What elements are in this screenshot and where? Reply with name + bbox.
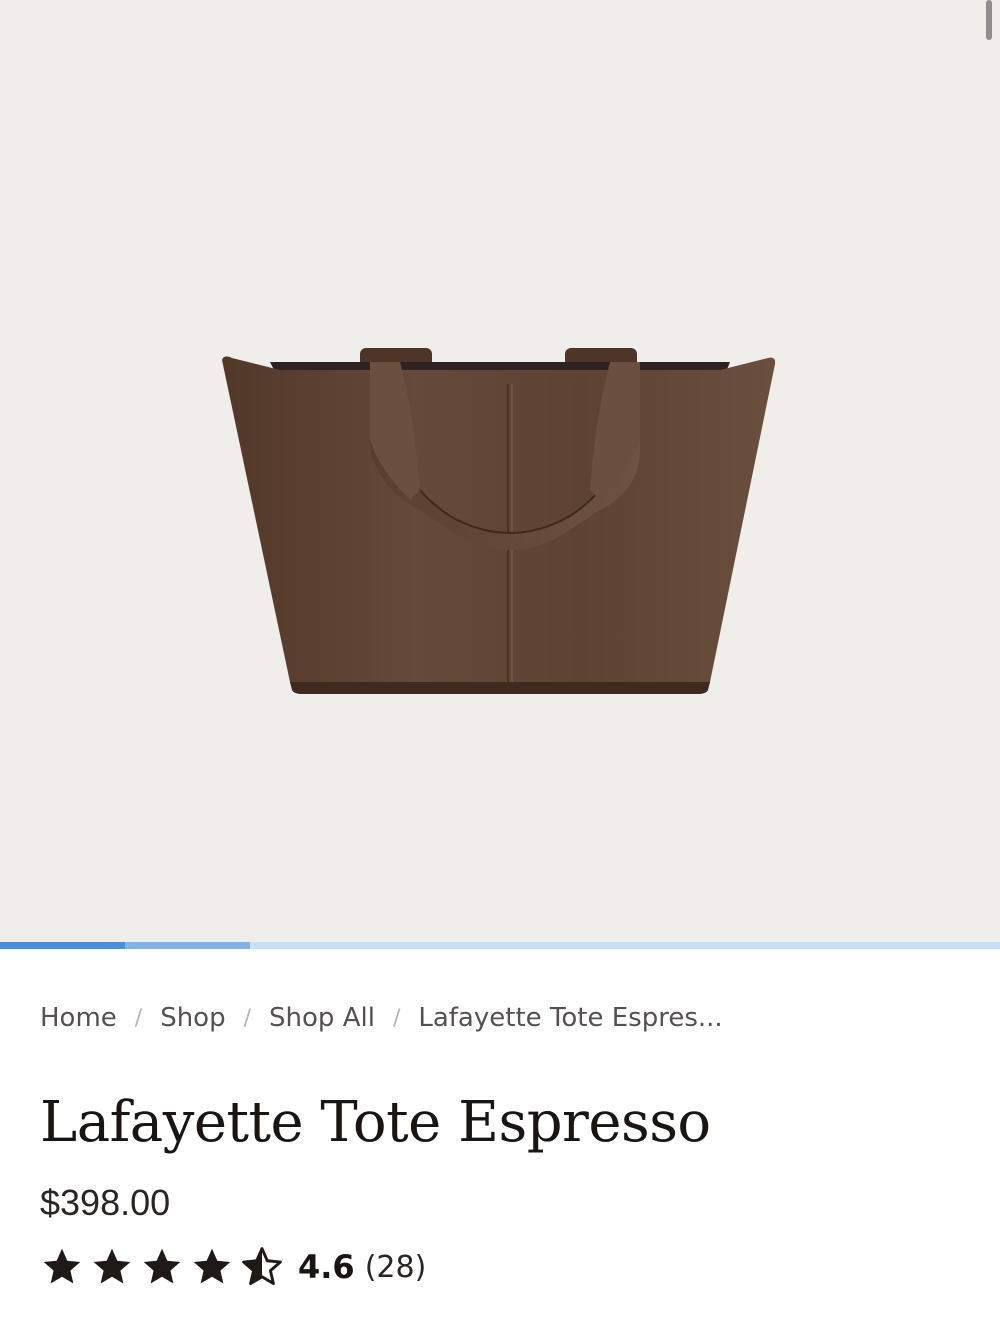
progress-segment-active (0, 942, 125, 949)
star-full-icon (193, 1248, 231, 1284)
star-half-icon (242, 1247, 282, 1285)
review-count[interactable]: (28) (365, 1250, 427, 1285)
product-rating[interactable]: 4.6 (28) (40, 1244, 426, 1290)
breadcrumb-separator: / (392, 1005, 401, 1031)
gallery-progress-bar (0, 942, 1000, 949)
breadcrumb: Home / Shop / Shop All / Lafayette Tote … (40, 1000, 723, 1036)
breadcrumb-shop[interactable]: Shop (160, 1003, 225, 1033)
breadcrumb-separator: / (134, 1005, 143, 1031)
breadcrumb-current: Lafayette Tote Espres... (418, 1003, 723, 1033)
tote-bag-image (222, 348, 776, 694)
star-full-icon (143, 1248, 181, 1284)
product-title: Lafayette Tote Espresso (40, 1090, 711, 1155)
star-rating (40, 1245, 284, 1289)
star-full-icon (43, 1248, 81, 1284)
product-price: $398.00 (40, 1182, 171, 1223)
scrollbar[interactable] (986, 0, 992, 40)
breadcrumb-separator: / (243, 1005, 252, 1031)
rating-value: 4.6 (298, 1248, 355, 1286)
progress-segment (125, 942, 250, 949)
breadcrumb-shop-all[interactable]: Shop All (269, 1003, 375, 1033)
star-full-icon (93, 1248, 131, 1284)
breadcrumb-home[interactable]: Home (40, 1003, 117, 1033)
product-image-gallery[interactable] (0, 0, 1000, 942)
